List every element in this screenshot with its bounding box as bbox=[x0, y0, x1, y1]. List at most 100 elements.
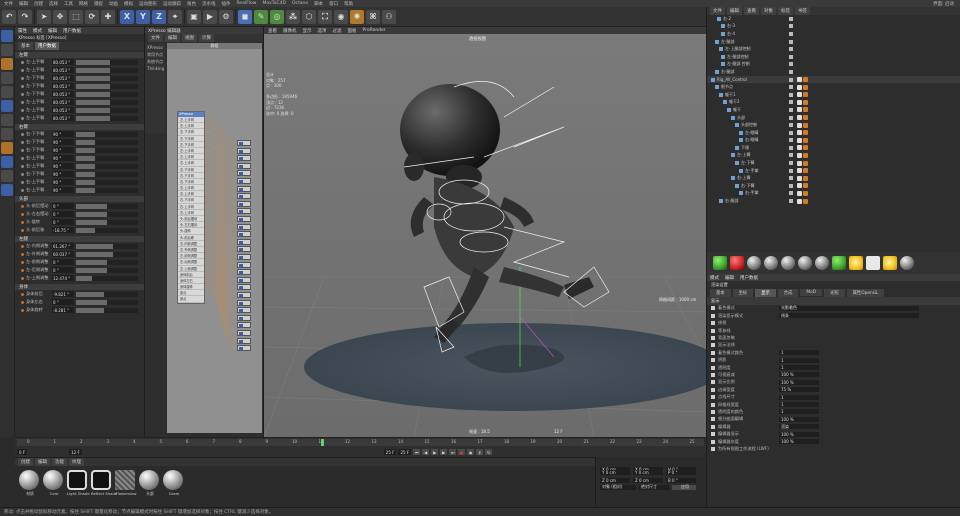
object-row[interactable]: 右-4 bbox=[707, 30, 960, 38]
menu-item[interactable]: 创建 bbox=[34, 1, 43, 7]
render-picture-icon[interactable]: ▶ bbox=[203, 9, 217, 24]
xpresso-object-node[interactable] bbox=[237, 284, 251, 291]
tag-icon[interactable] bbox=[797, 137, 802, 143]
attr-value-field[interactable]: 0 ° bbox=[52, 211, 74, 217]
coord-size-select[interactable]: 绝对尺寸 bbox=[639, 484, 669, 490]
tweak-icon[interactable] bbox=[1, 128, 13, 140]
uv-icon[interactable] bbox=[1, 184, 13, 196]
rs-checkbox[interactable] bbox=[711, 343, 715, 348]
object-row[interactable]: 右-腿部 bbox=[707, 197, 960, 205]
nurbs-icon[interactable]: ◎ bbox=[270, 9, 284, 24]
model-mode-icon[interactable] bbox=[1, 30, 13, 42]
anim-dot[interactable] bbox=[21, 172, 24, 176]
attr-value-field[interactable]: 80.053 ° bbox=[52, 91, 74, 97]
autokey-icon[interactable]: ◉ bbox=[467, 449, 475, 455]
rs-field[interactable]: 100 % bbox=[779, 372, 819, 378]
3d-viewport[interactable]: 查看 摄像机 显示 选项 过滤 面板 ProRender 透视视图 总计 对象 : 257 点 … bbox=[264, 27, 706, 437]
tag-icon[interactable] bbox=[797, 122, 802, 128]
xpresso-canvas[interactable]: 群组 XPresso 左-上手臂 左-上手臂 左-下手臂 左-下手臂 左-下手臂 左-上手… bbox=[167, 43, 262, 433]
anim-dot[interactable] bbox=[21, 276, 24, 280]
xpresso-object-node[interactable] bbox=[237, 261, 251, 268]
menu-item[interactable]: 选择 bbox=[49, 1, 58, 7]
attr-slider[interactable] bbox=[76, 291, 138, 297]
anim-dot[interactable] bbox=[21, 228, 24, 232]
attr-value-field[interactable]: 90 ° bbox=[52, 147, 74, 153]
rs-field[interactable]: 100 % bbox=[779, 416, 819, 422]
material-menu-create[interactable]: 创建 bbox=[18, 458, 33, 466]
attr-slider[interactable] bbox=[76, 131, 138, 137]
attr-value-field[interactable]: 90 ° bbox=[52, 171, 74, 177]
menu-item[interactable]: 动画 bbox=[109, 1, 118, 7]
rs-checkbox[interactable] bbox=[711, 446, 715, 451]
xpresso-object-node[interactable] bbox=[237, 307, 251, 314]
visibility-icon[interactable] bbox=[789, 168, 793, 173]
xpresso-menu-view[interactable]: 视图 bbox=[182, 34, 197, 42]
xpresso-tag-icon[interactable] bbox=[803, 168, 808, 174]
attr-value-field[interactable]: 80.053 ° bbox=[52, 67, 74, 73]
attr-value-field[interactable]: 80.053 ° bbox=[52, 83, 74, 89]
anim-dot[interactable] bbox=[21, 132, 24, 136]
attr-value-field[interactable]: 0 ° bbox=[52, 267, 74, 273]
polygons-mode-icon[interactable] bbox=[1, 100, 13, 112]
viewport-menu-item[interactable]: 面板 bbox=[348, 28, 357, 34]
object-row[interactable]: 左-腿部 bbox=[707, 38, 960, 46]
xpresso-node-list-item[interactable]: 常用节点 bbox=[147, 52, 163, 59]
visibility-icon[interactable] bbox=[789, 31, 793, 36]
scene-icon[interactable]: ⛶ bbox=[318, 9, 332, 24]
rs-field[interactable]: 1 bbox=[779, 402, 819, 408]
tab-basic[interactable]: 基本 bbox=[18, 42, 33, 50]
material-thumbnail[interactable]: Light Shade bbox=[67, 470, 90, 496]
object-row[interactable]: 头部 bbox=[707, 114, 960, 122]
menu-item[interactable]: 脚本 bbox=[314, 1, 323, 7]
scale-icon[interactable]: ⬚ bbox=[69, 9, 83, 24]
menu-item[interactable]: 网格 bbox=[79, 1, 88, 7]
xpresso-tag-icon[interactable] bbox=[803, 160, 808, 166]
tag-icon[interactable] bbox=[797, 190, 802, 196]
tag-icon[interactable] bbox=[797, 183, 802, 189]
apply-button[interactable]: 应用 bbox=[672, 484, 696, 490]
attr-value-field[interactable]: -8.281 ° bbox=[52, 307, 74, 313]
attr-slider[interactable] bbox=[76, 171, 138, 177]
tag-icon[interactable] bbox=[797, 84, 802, 90]
attr-slider[interactable] bbox=[76, 83, 138, 89]
object-row[interactable]: 右-下臂 bbox=[707, 182, 960, 190]
xpresso-object-node[interactable] bbox=[237, 299, 251, 306]
xpresso-tag-icon[interactable] bbox=[803, 145, 808, 151]
green-material-swatch[interactable] bbox=[713, 256, 727, 270]
attr-slider[interactable] bbox=[76, 115, 138, 121]
anim-dot[interactable] bbox=[21, 68, 24, 72]
go-end-icon[interactable]: ⏭ bbox=[449, 449, 457, 455]
rs-checkbox[interactable] bbox=[711, 372, 715, 377]
viewport-menu-item[interactable]: ProRender bbox=[363, 28, 386, 33]
xpresso-tag-icon[interactable] bbox=[803, 107, 808, 113]
anim-dot[interactable] bbox=[21, 84, 24, 88]
tag-icon[interactable] bbox=[797, 152, 802, 158]
x-axis-button[interactable]: X bbox=[120, 9, 134, 24]
visibility-icon[interactable] bbox=[789, 77, 793, 82]
menu-item[interactable]: 文件 bbox=[4, 1, 13, 7]
material-menu-function[interactable]: 功能 bbox=[52, 458, 67, 466]
lock-icon[interactable] bbox=[1, 156, 13, 168]
rs-checkbox[interactable] bbox=[711, 439, 715, 444]
rotate-icon[interactable]: ⟳ bbox=[85, 9, 99, 24]
rs-field[interactable]: 100 % bbox=[779, 379, 819, 385]
visibility-icon[interactable] bbox=[789, 16, 793, 21]
anim-dot[interactable] bbox=[21, 180, 24, 184]
menu-item[interactable]: 窗口 bbox=[329, 1, 338, 7]
attr-value-field[interactable]: 90 ° bbox=[52, 179, 74, 185]
add-icon[interactable]: ✚ bbox=[101, 9, 115, 24]
xpresso-tag-icon[interactable] bbox=[803, 77, 808, 83]
xpresso-object-node[interactable] bbox=[237, 170, 251, 177]
rs-checkbox[interactable] bbox=[711, 432, 715, 437]
menu-item[interactable]: RealFlow bbox=[237, 1, 257, 6]
rs-tab[interactable]: 坐标 bbox=[732, 288, 754, 297]
rs-checkbox[interactable] bbox=[711, 358, 715, 363]
anim-dot[interactable] bbox=[21, 260, 24, 264]
object-row[interactable]: 右-上臂 bbox=[707, 174, 960, 182]
material-menu-texture[interactable]: 纹理 bbox=[69, 458, 84, 466]
object-row[interactable]: 左-腿部控制 bbox=[707, 53, 960, 61]
rs-checkbox[interactable] bbox=[711, 328, 715, 333]
rs-field[interactable]: 线条 bbox=[779, 313, 919, 319]
attr-slider[interactable] bbox=[76, 99, 138, 105]
xpresso-icon[interactable]: ⚇ bbox=[382, 9, 396, 24]
